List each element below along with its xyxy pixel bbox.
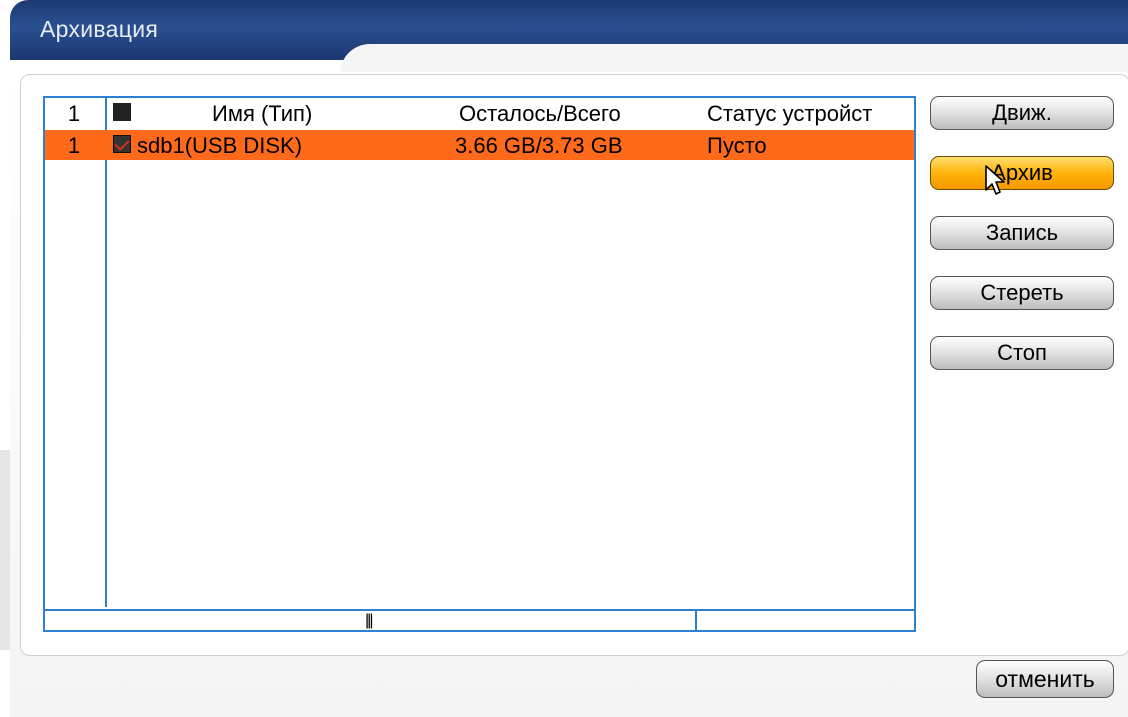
table-header-row: 1 Имя (Тип) Осталось/Всего Статус устрой… xyxy=(45,98,914,128)
mouse-cursor-icon xyxy=(985,165,1005,195)
header-index: 1 xyxy=(67,101,81,126)
window-title: Архивация xyxy=(40,16,159,42)
scrollbar-thumb-end xyxy=(695,611,697,630)
title-bar-notch xyxy=(340,44,1128,74)
erase-button[interactable]: Стереть xyxy=(930,276,1114,310)
header-space: Осталось/Всего xyxy=(459,101,621,126)
row-space: 3.66 GB/3.73 GB xyxy=(455,133,623,158)
row-device-name: sdb1(USB DISK) xyxy=(137,133,303,158)
stop-button[interactable]: Стоп xyxy=(930,336,1114,370)
row-status: Пусто xyxy=(707,133,767,158)
left-edge-shade xyxy=(0,450,10,650)
row-index: 1 xyxy=(67,133,81,158)
backup-button[interactable]: Архив xyxy=(930,156,1114,190)
device-table: 1 Имя (Тип) Осталось/Всего Статус устрой… xyxy=(43,96,916,632)
table-row[interactable]: 1 sdb1(USB DISK) 3.66 GB/3.73 GB Пусто xyxy=(45,130,914,160)
horizontal-scrollbar[interactable]: ||| xyxy=(45,609,914,630)
header-status: Статус устройст xyxy=(707,101,873,126)
row-checkbox[interactable] xyxy=(113,135,131,153)
cancel-button[interactable]: отменить xyxy=(976,660,1114,698)
window-title-bar: Архивация xyxy=(10,0,1128,74)
header-name: Имя (Тип) xyxy=(212,101,313,126)
scrollbar-grip[interactable]: ||| xyxy=(365,612,374,630)
detect-button[interactable]: Движ. xyxy=(930,96,1114,130)
select-all-checkbox[interactable] xyxy=(113,103,131,121)
burn-button[interactable]: Запись xyxy=(930,216,1114,250)
column-divider xyxy=(105,98,107,607)
